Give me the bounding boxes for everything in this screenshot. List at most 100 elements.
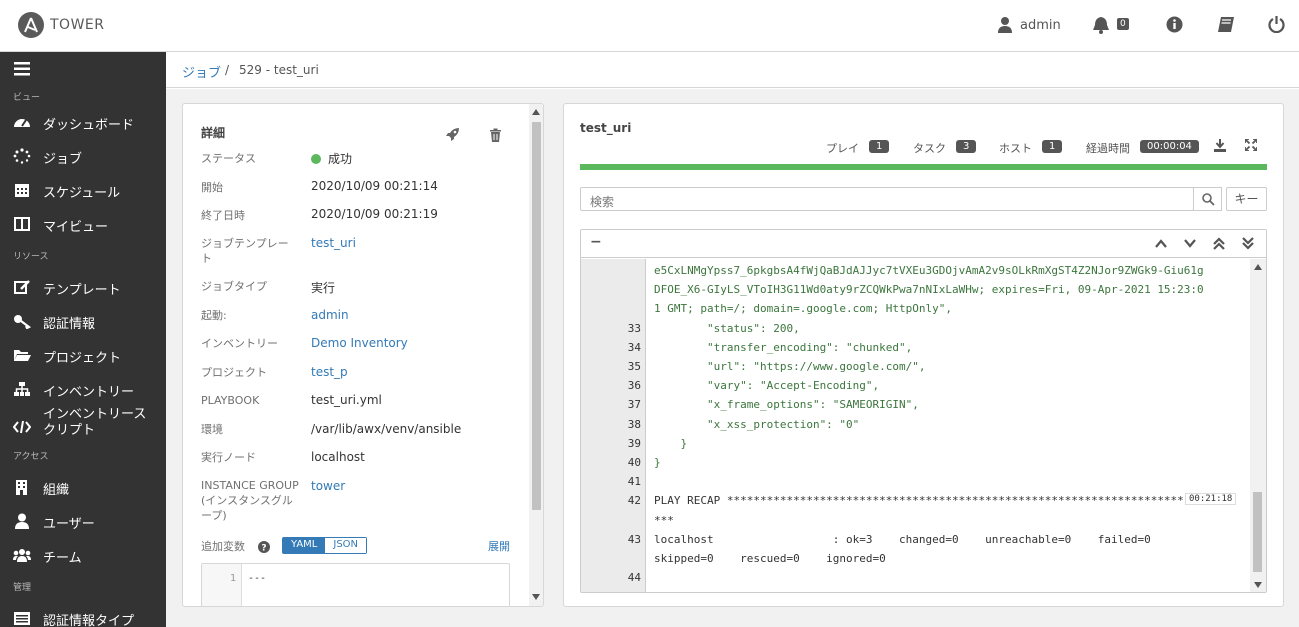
details-scrollbar-thumb[interactable] xyxy=(532,122,541,510)
yaml-toggle-button[interactable]: YAML xyxy=(283,538,326,553)
collapse-all-button[interactable]: − xyxy=(590,234,602,250)
sidebar-item-inventory-scripts[interactable]: インベントリースクリプト xyxy=(0,407,166,447)
project-label: プロジェクト xyxy=(201,366,267,379)
inventory-label: インベントリー xyxy=(201,337,278,350)
key-button[interactable]: キー xyxy=(1226,187,1267,211)
sidebar-item-label: プロジェクト xyxy=(43,351,122,366)
sidebar-item-dashboard[interactable]: ダッシュボード xyxy=(0,107,166,137)
scroll-down-arrow-icon[interactable] xyxy=(532,594,540,600)
status-label: ステータス xyxy=(201,152,256,165)
log-line: 35 "url": "https://www.google.com/", xyxy=(581,360,1266,379)
log-line: 41 xyxy=(581,475,1266,494)
log-scroll-down-arrow-icon[interactable] xyxy=(1254,582,1262,588)
log-line-number: 37 xyxy=(627,398,641,412)
project-link[interactable]: test_p xyxy=(311,365,348,379)
log-scrollbar-thumb[interactable] xyxy=(1253,492,1262,572)
log-line-text: DFOE_X6-GIyLS_VToIH3G11Wd0aty9rZCQWkPwa7… xyxy=(654,283,1204,297)
help-question-icon[interactable]: ? xyxy=(258,541,270,553)
started-value: 2020/10/09 00:21:14 xyxy=(311,179,438,193)
sidebar-item-users[interactable]: ユーザー xyxy=(0,506,166,536)
brand-name: TOWER xyxy=(50,17,105,33)
log-line-number: 34 xyxy=(627,340,641,354)
sidebar-item-teams[interactable]: チーム xyxy=(0,540,166,570)
tower-logo-icon[interactable] xyxy=(18,12,44,38)
log-line-text: *** xyxy=(654,513,674,527)
log-scroll-up-arrow-icon[interactable] xyxy=(1254,264,1262,270)
instance-group-link[interactable]: tower xyxy=(311,479,345,493)
log-line-text: "transfer_encoding": "chunked", xyxy=(654,340,913,354)
breadcrumb: ジョブ / 529 - test_uri xyxy=(166,52,1299,88)
job-output-log: − e5CxLNMgYpss7_6pkgbsA4fWjQaBJdAJJyc7tV… xyxy=(580,229,1267,593)
sidebar-item-label: ジョブ xyxy=(43,152,83,167)
sidebar-item-templates[interactable]: テンプレート xyxy=(0,272,166,302)
sidebar-item-label: ユーザー xyxy=(43,517,95,532)
log-line-text: skipped=0 rescued=0 ignored=0 xyxy=(654,552,886,565)
user-icon[interactable] xyxy=(998,16,1012,33)
chevron-down-icon[interactable] xyxy=(1184,239,1196,248)
extra-vars-editor[interactable]: 1 --- xyxy=(201,563,510,606)
elapsed-time-badge: 00:00:04 xyxy=(1140,140,1199,153)
launched-by-link[interactable]: admin xyxy=(311,308,349,322)
info-icon[interactable] xyxy=(1166,16,1183,33)
sidebar-item-organizations[interactable]: 組織 xyxy=(0,472,166,502)
log-line-text: PLAY RECAP *****************************… xyxy=(654,494,1184,508)
scroll-up-arrow-icon[interactable] xyxy=(532,109,540,115)
playbook-label: PLAYBOOK xyxy=(201,394,260,407)
playbook-value: test_uri.yml xyxy=(311,393,382,407)
log-line-text: "vary": "Accept-Encoding", xyxy=(654,379,880,393)
log-line-number: 36 xyxy=(627,379,641,393)
breadcrumb-jobs-link[interactable]: ジョブ xyxy=(182,62,221,81)
hosts-label: ホスト xyxy=(999,142,1032,155)
job-template-link[interactable]: test_uri xyxy=(311,236,356,250)
log-line-number: 39 xyxy=(627,436,641,450)
sidebar-item-projects[interactable]: プロジェクト xyxy=(0,340,166,370)
execution-node-label: 実行ノード xyxy=(201,451,256,464)
log-line-text: "status": 200, xyxy=(654,321,800,335)
username-link[interactable]: admin xyxy=(1020,18,1061,33)
log-header: − xyxy=(581,230,1266,258)
json-toggle-button[interactable]: JSON xyxy=(325,538,367,553)
log-line-number: 43 xyxy=(627,532,641,546)
edit-icon xyxy=(14,280,30,294)
log-line: 43 localhost : ok=3 changed=0 unreachable… xyxy=(581,533,1266,552)
sidebar-item-credentials[interactable]: 認証情報 xyxy=(0,306,166,336)
sidebar-item-schedules[interactable]: スケジュール xyxy=(0,175,166,205)
sidebar-item-credential-types[interactable]: 認証情報タイプ xyxy=(0,603,166,627)
elapsed-label: 経過時間 xyxy=(1086,142,1130,155)
search-placeholder: 検索 xyxy=(590,195,615,209)
log-line: 33 "status": 200, xyxy=(581,322,1266,341)
expand-link[interactable]: 展開 xyxy=(488,538,510,554)
relaunch-rocket-icon[interactable] xyxy=(445,127,460,142)
bell-icon[interactable] xyxy=(1092,16,1110,34)
double-chevron-down-icon[interactable] xyxy=(1242,237,1254,250)
log-line-text: "x_frame_options": "SAMEORIGIN", xyxy=(654,398,919,412)
details-title: 詳細 xyxy=(201,126,226,140)
power-icon[interactable] xyxy=(1268,16,1285,33)
chevron-up-icon[interactable] xyxy=(1155,239,1167,248)
inventory-link[interactable]: Demo Inventory xyxy=(311,336,408,350)
log-line-number: 33 xyxy=(627,321,641,335)
search-button[interactable] xyxy=(1193,187,1222,211)
delete-trash-icon[interactable] xyxy=(489,128,502,142)
sidebar-item-jobs[interactable]: ジョブ xyxy=(0,141,166,171)
log-line: 37 "x_frame_options": "SAMEORIGIN", xyxy=(581,398,1266,417)
sidebar: ビュー ダッシュボード ジョブ スケジュール マイビュー リソース テンプレート… xyxy=(0,52,166,627)
sidebar-item-label: ダッシュボード xyxy=(43,118,135,133)
sidebar-item-inventories[interactable]: インベントリー xyxy=(0,374,166,404)
sidebar-item-my-view[interactable]: マイビュー xyxy=(0,209,166,239)
fullscreen-expand-icon[interactable] xyxy=(1245,139,1257,151)
log-line-number: 35 xyxy=(627,360,641,373)
job-template-label: ジョブテンプレート xyxy=(201,237,289,265)
log-line-number: 44 xyxy=(627,571,641,585)
log-line-text: } xyxy=(654,456,661,469)
double-chevron-up-icon[interactable] xyxy=(1213,237,1225,250)
sidebar-item-label: スケジュール xyxy=(43,186,121,201)
sidebar-item-label: テンプレート xyxy=(43,283,121,298)
log-line-number: 42 xyxy=(627,494,641,508)
book-icon[interactable] xyxy=(1217,16,1235,33)
hamburger-menu-icon[interactable] xyxy=(14,62,30,76)
output-search-input[interactable]: 検索 xyxy=(580,187,1194,211)
download-icon[interactable] xyxy=(1214,139,1226,152)
details-panel: 詳細 ステータス 成功 開始 2020/10/09 00:21:14 終了日時 … xyxy=(182,103,544,607)
sidebar-section-access: アクセス xyxy=(13,452,49,462)
